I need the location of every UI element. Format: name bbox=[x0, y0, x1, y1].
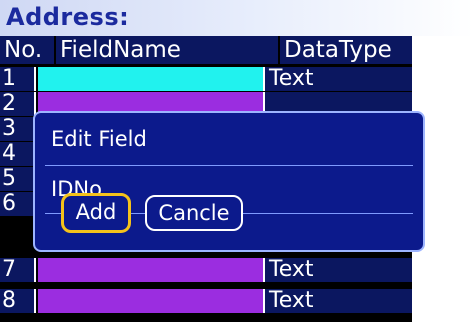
table-row[interactable]: 7 Text bbox=[0, 258, 412, 283]
edit-field-dialog: Edit Field IDNo Add Cancle bbox=[33, 111, 425, 252]
data-type-cell[interactable]: Text bbox=[265, 258, 412, 282]
table-row[interactable]: 8 Text bbox=[0, 289, 412, 314]
row-number: 5 bbox=[0, 167, 36, 191]
row-number: 2 bbox=[0, 92, 36, 116]
column-header-datatype: DataType bbox=[280, 36, 412, 64]
row-number: 3 bbox=[0, 117, 36, 141]
divider bbox=[45, 165, 413, 166]
row-number: 4 bbox=[0, 142, 36, 166]
field-name-cell[interactable] bbox=[38, 289, 265, 313]
row-number: 7 bbox=[0, 258, 36, 282]
dialog-title: Edit Field bbox=[51, 127, 147, 151]
title-bar: Address: bbox=[0, 0, 474, 36]
row-number: 8 bbox=[0, 289, 36, 313]
add-button[interactable]: Add bbox=[61, 193, 131, 233]
page-title: Address: bbox=[6, 3, 130, 31]
data-type-cell[interactable]: Text bbox=[265, 289, 412, 313]
column-header-fieldname: FieldName bbox=[56, 36, 278, 64]
field-name-cell[interactable] bbox=[38, 67, 265, 91]
data-type-cell[interactable]: Text bbox=[265, 67, 412, 91]
table-row[interactable]: 1 Text bbox=[0, 67, 412, 92]
cancel-button[interactable]: Cancle bbox=[145, 195, 243, 231]
row-number: 1 bbox=[0, 67, 36, 91]
column-header-no: No. bbox=[0, 36, 54, 64]
row-number: 6 bbox=[0, 192, 36, 216]
field-name-cell[interactable] bbox=[38, 258, 265, 282]
